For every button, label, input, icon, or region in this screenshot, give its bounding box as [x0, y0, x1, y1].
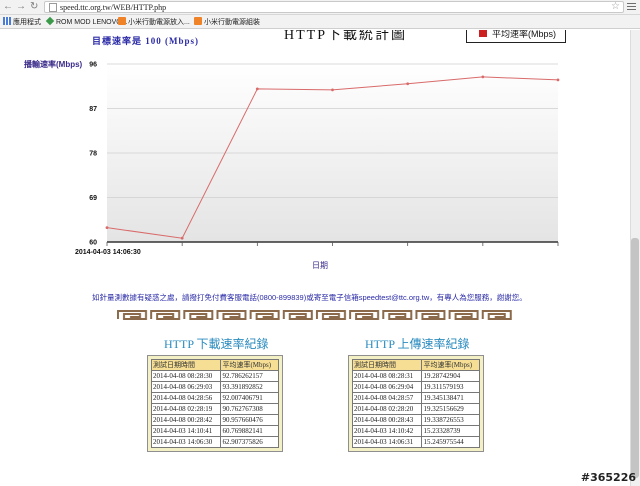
- y-tick-label: 60: [89, 240, 97, 247]
- page-content: HTTP下載統計圖 平均速率(Mbps) 目標速率是 100 (Mbps) 播輸…: [0, 30, 640, 486]
- table-row: 2014-04-08 00:28:43 19.338726553: [351, 414, 480, 426]
- cell-speed: 92.007406791: [220, 392, 279, 404]
- back-arrow-icon[interactable]: ←: [3, 1, 13, 13]
- cell-speed: 19.325156629: [421, 403, 480, 415]
- cell-datetime: 2014-04-08 04:28:56: [150, 392, 222, 404]
- cell-speed: 93.391892852: [220, 381, 279, 393]
- column-header: 測試日期時間: [351, 359, 423, 371]
- page-icon: [49, 3, 57, 12]
- forward-arrow-icon[interactable]: →: [16, 1, 26, 13]
- cell-datetime: 2014-04-03 14:06:30: [150, 436, 222, 448]
- service-notice: 如針量測數據有疑惑之處，請撥打免付費客服電話(0800-899839)或寄至電子…: [92, 293, 527, 302]
- bookmark-star-icon[interactable]: ☆: [611, 1, 620, 12]
- bookmark-mi-power-1[interactable]: 小米行動電源放入...: [118, 17, 190, 27]
- table-row: 2014-04-08 04:28:56 92.007406791: [150, 392, 279, 404]
- table-header-row: 測試日期時間 平均速率(Mbps): [351, 359, 480, 371]
- cell-speed: 19.345138471: [421, 392, 480, 404]
- cell-speed: 19.338726553: [421, 414, 480, 426]
- table-row: 2014-04-03 14:06:30 62.907375826: [150, 436, 279, 448]
- mi-logo-icon: [118, 17, 126, 25]
- bookmark-label: 小米行動電源組裝: [204, 19, 260, 26]
- reload-icon[interactable]: ↻: [30, 1, 38, 13]
- apps-grid-icon: [3, 17, 11, 25]
- table-row: 2014-04-03 14:10:41 60.769882141: [150, 425, 279, 437]
- table-row: 2014-04-03 14:06:31 15.245975544: [351, 436, 480, 448]
- data-point: [105, 226, 109, 230]
- data-point: [180, 236, 184, 240]
- cell-datetime: 2014-04-08 00:28:42: [150, 414, 222, 426]
- data-point: [481, 75, 485, 79]
- cell-speed: 19.311579193: [421, 381, 480, 393]
- bookmarks-bar: 應用程式 ROM MOD LENOVO... 小米行動電源放入... 小米行動電…: [0, 15, 640, 29]
- address-bar[interactable]: speed.ttc.org.tw/WEB/HTTP.php ☆: [44, 1, 624, 13]
- cell-speed: 60.769882141: [220, 425, 279, 437]
- table-row: 2014-04-08 08:28:30 92.786262157: [150, 370, 279, 382]
- cell-speed: 90.957660476: [220, 414, 279, 426]
- cell-speed: 90.762767308: [220, 403, 279, 415]
- column-header: 測試日期時間: [150, 359, 222, 371]
- cell-datetime: 2014-04-08 02:28:20: [351, 403, 423, 415]
- data-point: [255, 87, 259, 91]
- table-row: 2014-04-08 02:28:19 90.762767308: [150, 403, 279, 415]
- cell-datetime: 2014-04-08 06:29:04: [351, 381, 423, 393]
- table-row: 2014-04-08 08:28:31 19.28742904: [351, 370, 480, 382]
- x-tick-label: 2014-04-03 14:06:30: [75, 249, 141, 256]
- bookmark-label: 小米行動電源放入...: [128, 19, 190, 26]
- table-row: 2014-04-08 04:28:57 19.345138471: [351, 392, 480, 404]
- bookmark-mi-power-2[interactable]: 小米行動電源組裝: [194, 17, 260, 27]
- cell-datetime: 2014-04-08 04:28:57: [351, 392, 423, 404]
- table-row: 2014-04-08 06:29:03 93.391892852: [150, 381, 279, 393]
- y-tick-label: 69: [89, 195, 97, 202]
- x-axis-title: 日期: [312, 261, 328, 270]
- diamond-icon: [45, 16, 55, 26]
- table-row: 2014-04-03 14:10:42 15.23328739: [351, 425, 480, 437]
- cell-datetime: 2014-04-08 00:28:43: [351, 414, 423, 426]
- data-point: [331, 88, 334, 92]
- y-tick-label: 78: [89, 151, 97, 158]
- cell-speed: 92.786262157: [220, 370, 279, 382]
- menu-icon[interactable]: [627, 2, 636, 11]
- cell-speed: 19.28742904: [421, 370, 480, 382]
- column-header: 平均速率(Mbps): [220, 359, 279, 371]
- table-row: 2014-04-08 00:28:42 90.957660476: [150, 414, 279, 426]
- decorative-border: [116, 309, 514, 321]
- cell-speed: 62.907375826: [220, 436, 279, 448]
- table-header-row: 測試日期時間 平均速率(Mbps): [150, 359, 279, 371]
- cell-datetime: 2014-04-03 14:06:31: [351, 436, 423, 448]
- mi-logo-icon: [194, 17, 202, 25]
- data-point: [406, 82, 410, 86]
- bookmark-label: 應用程式: [13, 19, 41, 26]
- address-url[interactable]: speed.ttc.org.tw/WEB/HTTP.php: [60, 2, 166, 13]
- y-tick-label: 96: [89, 62, 97, 69]
- download-speed-chart: 60 69 78 87 96 2014-04-03 14:06:30: [75, 62, 560, 256]
- watermark-text: #365226: [580, 471, 636, 484]
- table-row: 2014-04-08 06:29:04 19.311579193: [351, 381, 480, 393]
- cell-datetime: 2014-04-08 06:29:03: [150, 381, 222, 393]
- bookmark-label: ROM MOD LENOVO...: [56, 19, 128, 26]
- cell-datetime: 2014-04-08 08:28:30: [150, 370, 222, 382]
- cell-speed: 15.23328739: [421, 425, 480, 437]
- cell-speed: 15.245975544: [421, 436, 480, 448]
- scrollbar-thumb[interactable]: [631, 238, 639, 478]
- cell-datetime: 2014-04-03 14:10:42: [351, 425, 423, 437]
- bookmark-apps[interactable]: 應用程式: [3, 17, 41, 27]
- bookmark-rom-mod[interactable]: ROM MOD LENOVO...: [45, 16, 128, 27]
- vertical-scrollbar[interactable]: [630, 30, 640, 486]
- column-header: 平均速率(Mbps): [421, 359, 480, 371]
- browser-toolbar: ← → ↻ speed.ttc.org.tw/WEB/HTTP.php ☆: [0, 0, 640, 15]
- y-tick-label: 87: [89, 106, 97, 113]
- table-row: 2014-04-08 02:28:20 19.325156629: [351, 403, 480, 415]
- upload-records-title: HTTP 上傳速率紀錄: [365, 337, 470, 351]
- download-records-table: 測試日期時間 平均速率(Mbps) 2014-04-08 08:28:30 92.…: [147, 355, 283, 452]
- upload-records-table: 測試日期時間 平均速率(Mbps) 2014-04-08 08:28:31 19.…: [348, 355, 484, 452]
- download-records-title: HTTP 下載速率紀錄: [164, 337, 269, 351]
- cell-datetime: 2014-04-03 14:10:41: [150, 425, 222, 437]
- cell-datetime: 2014-04-08 02:28:19: [150, 403, 222, 415]
- cell-datetime: 2014-04-08 08:28:31: [351, 370, 423, 382]
- data-point: [556, 78, 560, 82]
